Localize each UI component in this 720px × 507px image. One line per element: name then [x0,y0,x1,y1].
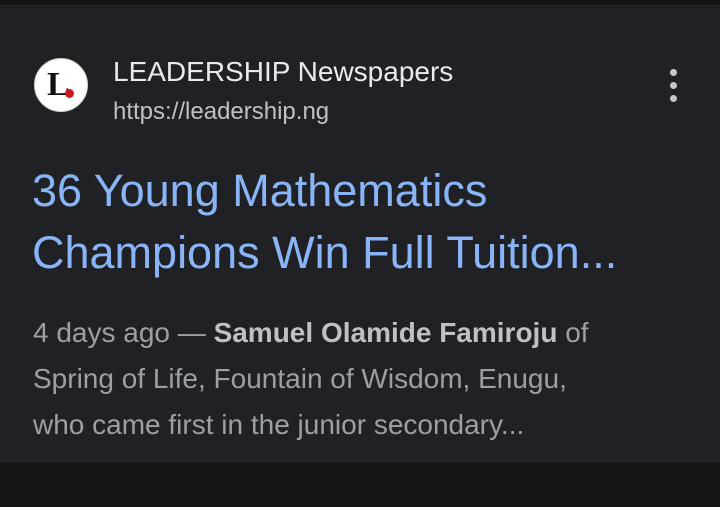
snippet-line-1: 4 days ago — Samuel Olamide Famiroju of [33,310,683,356]
title-line-1: 36 Young Mathematics [32,165,488,216]
snippet-separator: — [170,317,214,348]
result-title-link[interactable]: 36 Young Mathematics Champions Win Full … [32,160,692,284]
source-row[interactable]: L LEADERSHIP Newspapers https://leadersh… [34,54,694,127]
title-line-2: Champions Win Full Tuition... [32,227,618,278]
more-dot [670,82,677,89]
more-dot [670,69,677,76]
leadership-logo-icon: L [34,58,88,112]
bottom-divider [0,461,720,507]
snippet-line-3: who came first in the junior secondary..… [33,409,525,440]
search-results-page: L LEADERSHIP Newspapers https://leadersh… [0,0,720,507]
result-date: 4 days ago [33,317,170,348]
top-divider [0,0,720,6]
more-vertical-icon[interactable] [654,63,694,109]
more-dot [670,95,677,102]
snippet-author: Samuel Olamide Famiroju [213,317,558,348]
result-snippet: 4 days ago — Samuel Olamide Famiroju of … [33,310,683,448]
favicon-letter: L [47,66,70,103]
source-name[interactable]: LEADERSHIP Newspapers [113,55,453,89]
favicon-dot [65,89,74,98]
snippet-line-2: Spring of Life, Fountain of Wisdom, Enug… [33,363,567,394]
search-result-card[interactable]: L LEADERSHIP Newspapers https://leadersh… [0,7,720,461]
source-url[interactable]: https://leadership.ng [113,97,329,127]
snippet-line-1-rest: of [557,317,589,348]
